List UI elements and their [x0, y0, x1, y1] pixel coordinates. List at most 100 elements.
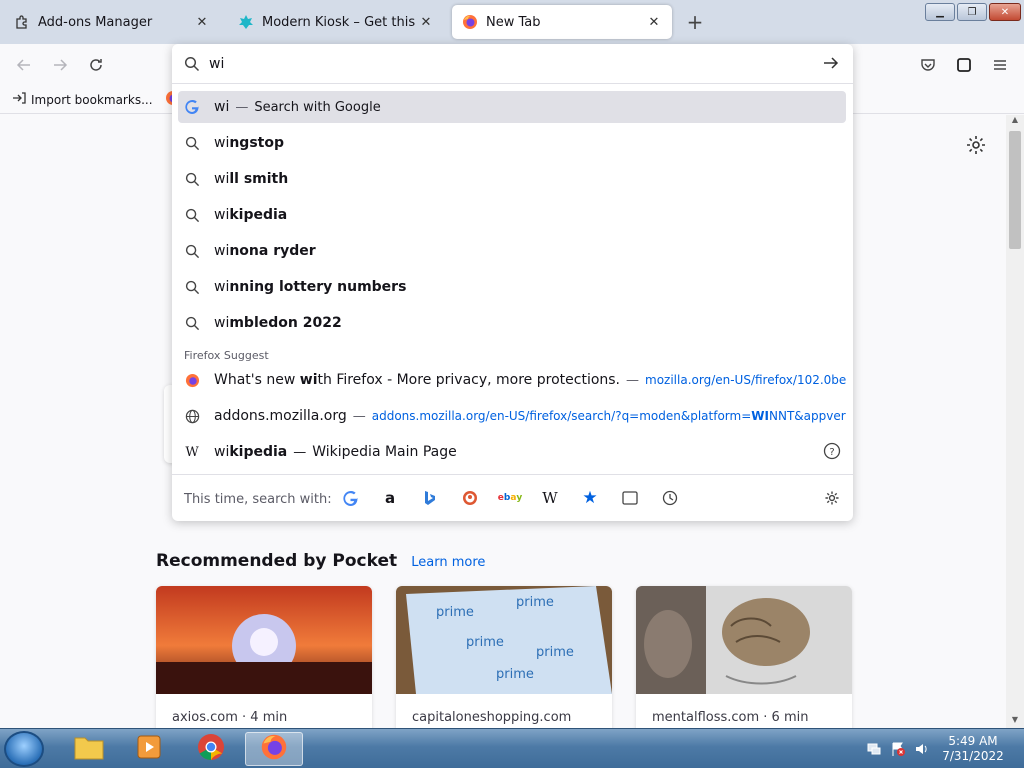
google-icon[interactable]: [340, 488, 360, 508]
menu-icon[interactable]: [989, 54, 1011, 76]
typed-text: wi: [214, 279, 230, 295]
go-arrow-icon[interactable]: [822, 54, 842, 74]
tabs-icon[interactable]: [620, 488, 640, 508]
taskbar-chrome[interactable]: [182, 732, 240, 766]
new-tab-button[interactable]: +: [684, 12, 706, 34]
pocket-section: Recommended by Pocket Learn more axios.c…: [156, 551, 856, 728]
kiosk-extension-icon: [238, 14, 254, 30]
suggestion-row[interactable]: wimbledon 2022: [178, 307, 846, 339]
suggestion-completion: kipedia: [229, 207, 288, 223]
taskbar-firefox[interactable]: [245, 732, 303, 766]
pocket-card[interactable]: prime prime prime prime prime capitalone…: [396, 586, 612, 728]
search-settings-gear-icon[interactable]: [822, 488, 842, 508]
bing-icon[interactable]: [420, 488, 440, 508]
volume-icon[interactable]: [914, 741, 930, 757]
scroll-thumb[interactable]: [1009, 131, 1021, 249]
suggestion-completion: ll smith: [229, 171, 289, 187]
restore-button[interactable]: ❐: [957, 3, 987, 21]
pocket-card[interactable]: axios.com · 4 min: [156, 586, 372, 728]
separator: —: [235, 99, 249, 115]
close-icon[interactable]: ✕: [646, 14, 662, 30]
forward-icon[interactable]: [49, 54, 71, 76]
amazon-icon[interactable]: a: [380, 488, 400, 508]
history-icon[interactable]: [660, 488, 680, 508]
tab-new-tab[interactable]: New Tab ✕: [452, 5, 672, 39]
one-off-label: This time, search with:: [184, 492, 332, 507]
minimize-button[interactable]: ▁: [925, 3, 955, 21]
typed-text: wi: [214, 171, 230, 187]
clock-time: 5:49 AM: [948, 734, 998, 748]
quicksuggest-row[interactable]: W wikipedia — Wikipedia Main Page: [178, 436, 846, 468]
search-icon: [184, 279, 200, 295]
help-icon[interactable]: ?: [823, 442, 841, 464]
google-icon: [184, 99, 200, 115]
system-clock[interactable]: 5:49 AM 7/31/2022: [940, 734, 1006, 764]
history-result-row[interactable]: What's new with Firefox - More privacy, …: [178, 364, 846, 396]
tab-strip: Add-ons Manager ✕ Modern Kiosk – Get thi…: [0, 0, 1024, 44]
learn-more-link[interactable]: Learn more: [411, 555, 485, 570]
firefox-icon: [462, 14, 478, 30]
scroll-down-icon[interactable]: ▼: [1006, 712, 1024, 728]
svg-text:prime: prime: [516, 595, 554, 610]
page-scrollbar[interactable]: ▲ ▼: [1006, 115, 1024, 728]
suggestion-row[interactable]: wingstop: [178, 127, 846, 159]
wikipedia-icon[interactable]: W: [540, 488, 560, 508]
typed-text: wi: [214, 135, 230, 151]
suggestion-completion: nona ryder: [229, 243, 316, 259]
suggestion-row[interactable]: winning lottery numbers: [178, 271, 846, 303]
tab-label: Add-ons Manager: [38, 14, 153, 30]
suggestion-completion: ngstop: [229, 135, 284, 151]
wikipedia-icon: W: [185, 444, 199, 460]
suggestion-completion: nning lottery numbers: [229, 279, 407, 295]
scroll-up-icon[interactable]: ▲: [1006, 115, 1024, 131]
pocket-icon[interactable]: [917, 54, 939, 76]
urlbar-input[interactable]: [209, 53, 809, 75]
search-icon: [184, 243, 200, 259]
card-source: capitaloneshopping.com: [412, 710, 572, 725]
history-result-row[interactable]: addons.mozilla.org — addons.mozilla.org/…: [178, 400, 846, 432]
suggestion-row[interactable]: winona ryder: [178, 235, 846, 267]
import-bookmarks-button[interactable]: Import bookmarks...: [12, 91, 153, 108]
back-icon[interactable]: [13, 54, 35, 76]
tab-modern-kiosk[interactable]: Modern Kiosk – Get this Extension ✕: [228, 5, 444, 39]
tab-addons-manager[interactable]: Add-ons Manager ✕: [4, 5, 220, 39]
suggestion-row[interactable]: will smith: [178, 163, 846, 195]
gear-icon[interactable]: [965, 134, 987, 156]
sidebar-icon[interactable]: [953, 54, 975, 76]
folder-icon: [74, 734, 104, 764]
duckduckgo-icon[interactable]: [460, 488, 480, 508]
result-url: mozilla.org/en-US/firefox/102.0beta/what…: [645, 373, 846, 387]
window-close-button[interactable]: ✕: [989, 3, 1021, 21]
result-title-match: wi: [299, 372, 318, 388]
result-url-post: NNT&appver=102.0&utm: [768, 409, 846, 423]
chrome-icon: [197, 733, 225, 765]
svg-text:prime: prime: [436, 605, 474, 620]
taskbar-media-player[interactable]: [120, 732, 178, 766]
media-player-icon: [135, 734, 163, 764]
action-center-flag-icon[interactable]: [890, 741, 906, 757]
card-source: mentalfloss.com · 6 min: [652, 710, 809, 725]
pocket-card[interactable]: mentalfloss.com · 6 min: [636, 586, 852, 728]
ebay-icon[interactable]: ebay: [498, 488, 523, 508]
bookmarks-star-icon[interactable]: ★: [580, 488, 600, 508]
suggestion-completion: mbledon 2022: [229, 315, 342, 331]
reload-icon[interactable]: [85, 54, 107, 76]
clock-date: 7/31/2022: [942, 749, 1004, 763]
suggestion-row[interactable]: wikipedia: [178, 199, 846, 231]
card-image: [636, 586, 852, 694]
taskbar-explorer[interactable]: [60, 732, 118, 766]
result-url-match: WI: [751, 409, 769, 423]
urlbar-input-row: [172, 44, 853, 84]
result-title-post: th Firefox - More privacy, more protecti…: [317, 372, 621, 388]
separator: —: [352, 408, 366, 424]
card-image: prime prime prime prime prime: [396, 586, 612, 694]
typed-text: wi: [214, 444, 230, 460]
search-with-google-row[interactable]: wi — Search with Google: [178, 91, 846, 123]
start-button[interactable]: [4, 731, 44, 767]
urlbar-popup: wi — Search with Google wingstop will sm…: [172, 44, 853, 521]
close-icon[interactable]: ✕: [194, 14, 210, 30]
network-icon[interactable]: [866, 741, 882, 757]
close-icon[interactable]: ✕: [418, 14, 434, 30]
pocket-heading: Recommended by Pocket: [156, 551, 398, 571]
import-icon: [12, 91, 26, 108]
